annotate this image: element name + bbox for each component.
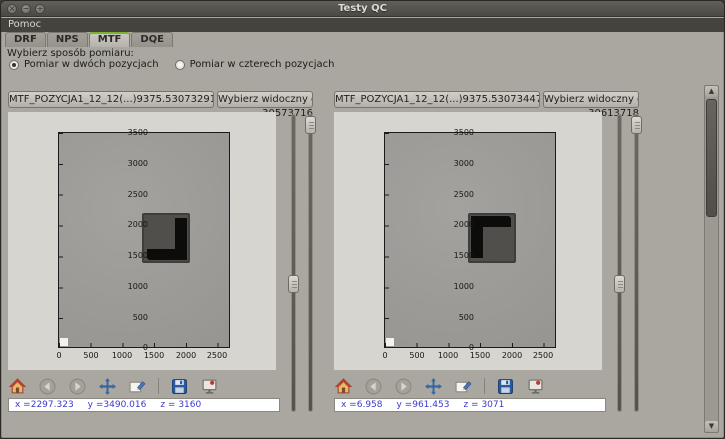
scrollbar-thumb[interactable]	[706, 99, 717, 217]
tab-bar: DRF NPS MTF DQE	[1, 32, 724, 47]
zoom-rect-icon[interactable]	[128, 377, 147, 396]
screenshot-icon[interactable]	[200, 377, 219, 396]
back-icon[interactable]	[364, 377, 383, 396]
window-title: Testy QC	[1, 3, 724, 14]
mtf-image-plot[interactable]: 3500 3000 2500 2000 1500 1000 500 0 0 50…	[334, 112, 602, 370]
radio-two-positions-label[interactable]: Pomiar w dwóch pozycjach	[24, 59, 159, 70]
menu-pomoc[interactable]: Pomoc	[8, 19, 41, 30]
panel-position-1: MTF_POZYCJA1_12_12(...)9375.53073291.IMA…	[7, 89, 325, 419]
save-icon[interactable]	[170, 377, 189, 396]
save-icon[interactable]	[496, 377, 515, 396]
plot-toolbar	[334, 376, 545, 396]
window-level-slider[interactable]	[288, 115, 299, 411]
cursor-readout: x =2297.323 y =3490.016 z = 3160	[8, 398, 280, 412]
forward-icon[interactable]	[68, 377, 87, 396]
pan-icon[interactable]	[424, 377, 443, 396]
radio-four-positions[interactable]	[175, 60, 185, 70]
forward-icon[interactable]	[394, 377, 413, 396]
scroll-down-icon[interactable]: ▼	[705, 421, 718, 432]
window-width-slider[interactable]	[305, 115, 316, 411]
tab-dqe[interactable]: DQE	[131, 32, 173, 47]
mtf-image-plot[interactable]: 3500 3000 2500 2000 1500 1000 500 0 0 50…	[8, 112, 276, 370]
measurement-mode-label: Wybierz sposób pomiaru:	[7, 48, 134, 59]
readout-y: y =961.453	[397, 400, 450, 410]
cursor-readout: x =6.958 y =961.453 z = 3071	[334, 398, 606, 412]
origin-marker	[386, 338, 394, 346]
radio-four-positions-label[interactable]: Pomiar w czterech pozycjach	[190, 59, 335, 70]
file-select-button[interactable]: MTF_POZYCJA1_12_12(...)9375.53073447.IMA	[334, 91, 540, 108]
readout-x: x =2297.323	[15, 400, 74, 410]
y-tick-marks	[385, 133, 389, 347]
app-window: × − + Testy QC Pomoc DRF NPS MTF DQE Wyb…	[0, 0, 725, 439]
back-icon[interactable]	[38, 377, 57, 396]
zoom-rect-icon[interactable]	[454, 377, 473, 396]
file-select-button[interactable]: MTF_POZYCJA1_12_12(...)9375.53073291.IMA	[8, 91, 214, 108]
toolbar-separator	[484, 378, 485, 394]
window-width-slider[interactable]	[631, 115, 642, 411]
tab-drf[interactable]: DRF	[5, 32, 46, 47]
tab-mtf[interactable]: MTF	[89, 32, 131, 47]
titlebar: × − + Testy QC	[1, 1, 724, 17]
radio-two-positions[interactable]	[9, 60, 19, 70]
y-tick-marks	[59, 133, 63, 347]
plot-toolbar	[8, 376, 219, 396]
vertical-scrollbar[interactable]: ▲ ▼	[704, 85, 719, 433]
readout-z: z = 3071	[463, 400, 504, 410]
select-visible-area-button[interactable]: Wybierz widoczny obszar	[217, 91, 313, 108]
origin-marker	[60, 338, 68, 346]
phantom-square	[142, 213, 190, 263]
toolbar-separator	[158, 378, 159, 394]
home-icon[interactable]	[8, 377, 27, 396]
pan-icon[interactable]	[98, 377, 117, 396]
screenshot-icon[interactable]	[526, 377, 545, 396]
menubar: Pomoc	[1, 18, 724, 32]
window-level-slider[interactable]	[614, 115, 625, 411]
readout-x: x =6.958	[341, 400, 383, 410]
select-visible-area-button[interactable]: Wybierz widoczny obszar	[543, 91, 639, 108]
tab-nps[interactable]: NPS	[47, 32, 88, 47]
readout-z: z = 3160	[160, 400, 201, 410]
scroll-up-icon[interactable]: ▲	[705, 86, 718, 97]
panel-position-2: MTF_POZYCJA1_12_12(...)9375.53073447.IMA…	[333, 89, 651, 419]
measurement-options: Pomiar w dwóch pozycjach Pomiar w cztere…	[9, 59, 350, 70]
home-icon[interactable]	[334, 377, 353, 396]
phantom-square	[468, 213, 516, 263]
readout-y: y =3490.016	[88, 400, 147, 410]
